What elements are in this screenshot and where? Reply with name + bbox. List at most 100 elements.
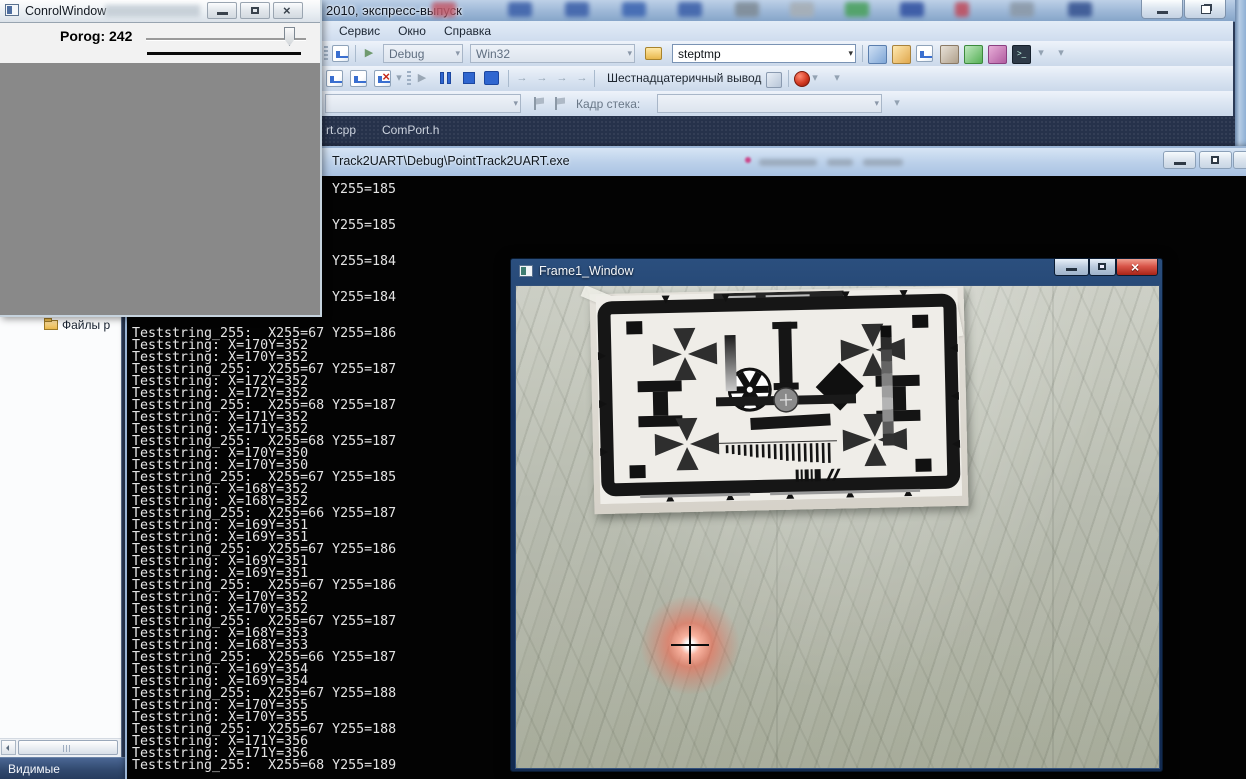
toolbar-overflow-icon[interactable]: ▾ — [828, 70, 846, 87]
step-into-icon[interactable]: → — [533, 70, 551, 87]
chevron-down-icon: ▾ — [513, 98, 518, 109]
nav-back-doc-icon[interactable] — [326, 70, 343, 87]
maximize-icon — [1211, 156, 1219, 164]
control-window-body — [0, 63, 320, 315]
console-close-button[interactable]: × — [1233, 151, 1246, 169]
hex-output-button[interactable]: Шестнадцатеричный вывод — [600, 69, 768, 90]
run-icon[interactable]: ▶ — [360, 45, 378, 62]
breakpoint-dropdown-icon[interactable]: ▾ — [810, 70, 820, 87]
find-symbol-icon[interactable] — [868, 45, 887, 64]
step-out-icon[interactable]: → — [573, 70, 591, 87]
minimize-icon — [1174, 162, 1186, 165]
visible-tab-label: Видимые — [8, 762, 60, 776]
console-maximize-button[interactable] — [1199, 151, 1232, 169]
toolbar-overflow-icon[interactable]: ▾ — [888, 95, 906, 112]
tools-icon[interactable] — [940, 45, 959, 64]
extension-manager-icon[interactable] — [988, 45, 1007, 64]
level-indicator-bar — [147, 52, 301, 55]
control-minimize-button[interactable] — [207, 2, 237, 19]
show-next-statement-icon[interactable]: → — [513, 70, 531, 87]
add-item-icon[interactable] — [916, 45, 933, 62]
threshold-control-area: Porog: 242 — [0, 23, 320, 64]
stack-frame-combo[interactable]: ▾ — [657, 94, 882, 113]
chevron-down-icon: ▾ — [627, 48, 632, 59]
control-maximize-button[interactable] — [240, 2, 270, 19]
minimize-icon — [217, 12, 228, 15]
toolbar-overflow-icon[interactable]: ▾ — [1052, 45, 1070, 62]
vs-restore-button[interactable] — [1184, 0, 1226, 19]
camera-window-titlebar[interactable]: Frame1_Window × — [511, 259, 1162, 285]
vs-right-border — [1235, 0, 1246, 146]
camera-window-title: Frame1_Window — [539, 264, 633, 278]
nav-forward-doc-icon[interactable] — [350, 70, 367, 87]
find-combo-value: steptmp — [678, 47, 721, 61]
console-minimize-button[interactable] — [1163, 151, 1196, 169]
process-combo[interactable]: ▾ — [325, 94, 521, 113]
close-icon: × — [1131, 259, 1139, 275]
app-icon — [5, 4, 19, 16]
configuration-combo[interactable]: Debug ▾ — [383, 44, 463, 63]
camera-close-button[interactable]: × — [1116, 259, 1158, 276]
blurred-artifact — [863, 159, 903, 166]
menu-item[interactable]: Сервис — [330, 24, 389, 38]
control-window-title: ConrolWindow — [25, 4, 106, 18]
platform-value: Win32 — [476, 47, 510, 61]
control-window: ConrolWindow × Porog: 242 — [0, 0, 322, 317]
document-tab[interactable]: ComPort.h — [382, 123, 439, 137]
debug-pause-icon[interactable] — [440, 72, 452, 84]
go-to-definition-icon[interactable] — [964, 45, 983, 64]
scrollbar-thumb[interactable] — [18, 740, 118, 755]
debug-continue-icon[interactable]: ▶ — [413, 70, 431, 87]
platform-combo[interactable]: Win32 ▾ — [470, 44, 635, 63]
properties-window-icon[interactable] — [892, 45, 911, 64]
menu-item[interactable]: Окно — [389, 24, 435, 38]
maximize-icon — [251, 7, 259, 14]
stack-frame-label: Кадр стека: — [576, 97, 640, 111]
chevron-down-icon: ▾ — [874, 98, 879, 109]
close-document-icon[interactable] — [374, 70, 391, 87]
minimize-icon — [1157, 11, 1168, 14]
menu-item[interactable]: Справка — [435, 24, 500, 38]
threshold-slider-thumb[interactable] — [284, 27, 295, 46]
horizontal-scrollbar[interactable] — [0, 738, 121, 757]
console-title: Track2UART\Debug\PointTrack2UART.exe — [332, 154, 570, 168]
camera-minimize-button[interactable] — [1054, 259, 1089, 276]
threshold-slider-track[interactable] — [146, 38, 306, 41]
export-template-icon[interactable] — [332, 45, 349, 62]
visible-toolwindow-tab[interactable]: Видимые — [0, 757, 128, 779]
vs-minimize-button[interactable] — [1141, 0, 1183, 19]
scroll-left-icon[interactable] — [1, 740, 16, 755]
find-in-files-icon[interactable] — [645, 47, 662, 60]
find-combo[interactable]: steptmp ▾ — [672, 44, 856, 63]
control-window-titlebar[interactable]: ConrolWindow × — [0, 0, 320, 23]
thread-flag-filter-icon[interactable] — [553, 97, 566, 110]
group-overflow-icon[interactable]: ▾ — [394, 70, 404, 87]
step-over-icon[interactable]: → — [553, 70, 571, 87]
folder-icon — [44, 320, 58, 330]
document-tab[interactable]: rt.cpp — [326, 123, 356, 137]
configuration-value: Debug — [389, 47, 424, 61]
control-close-button[interactable]: × — [273, 2, 303, 19]
blurred-artifact — [759, 159, 817, 166]
blurred-artifact — [105, 5, 200, 17]
tree-item-resource-files[interactable]: Файлы р — [44, 318, 110, 333]
debug-restart-icon[interactable] — [484, 71, 499, 85]
camera-window: Frame1_Window × — [510, 258, 1163, 772]
breakpoint-icon[interactable] — [794, 71, 810, 87]
blurred-artifact — [745, 157, 751, 163]
debug-stop-icon[interactable] — [463, 72, 475, 84]
command-window-icon[interactable]: >_ — [1012, 45, 1031, 64]
maximize-icon — [1098, 263, 1106, 270]
threshold-label: Porog: 242 — [60, 28, 132, 44]
close-icon: × — [283, 3, 291, 18]
thread-flag-icon[interactable] — [532, 97, 545, 110]
tracking-crosshair — [689, 626, 691, 664]
test-chart-paper — [590, 286, 969, 514]
hex-options-icon[interactable] — [766, 72, 782, 88]
tree-item-label: Файлы р — [62, 318, 110, 332]
chevron-down-icon: ▾ — [455, 48, 460, 59]
camera-maximize-button[interactable] — [1089, 259, 1116, 276]
command-window-dropdown[interactable]: ▾ — [1032, 45, 1050, 62]
camera-view[interactable] — [515, 285, 1160, 769]
solution-explorer-panel: Файлы р — [0, 315, 122, 757]
